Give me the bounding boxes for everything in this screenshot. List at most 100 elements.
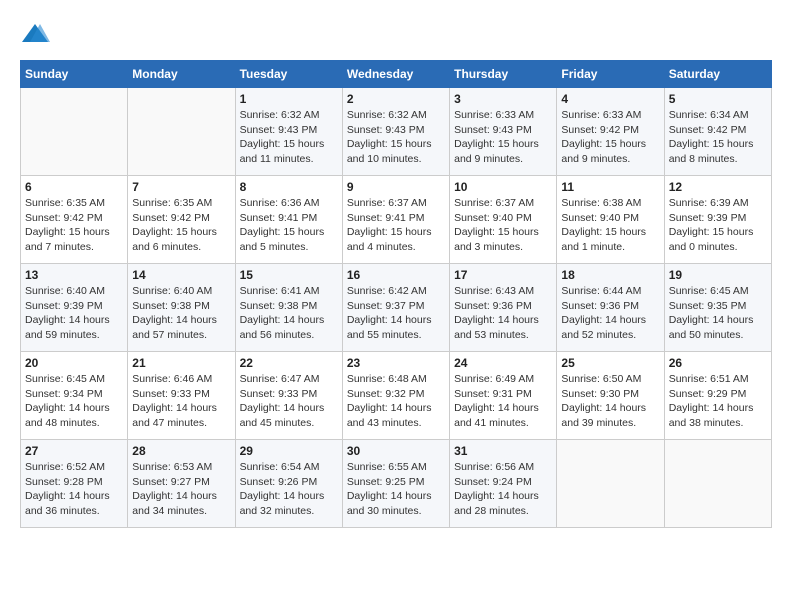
calendar-cell: 31 Sunrise: 6:56 AM Sunset: 9:24 PM Dayli… [450,440,557,528]
calendar-cell: 27 Sunrise: 6:52 AM Sunset: 9:28 PM Dayli… [21,440,128,528]
calendar-body: 1 Sunrise: 6:32 AM Sunset: 9:43 PM Daylig… [21,88,772,528]
day-info: Sunrise: 6:39 AM Sunset: 9:39 PM Dayligh… [669,196,767,255]
logo-icon [20,20,50,50]
calendar-week-1: 1 Sunrise: 6:32 AM Sunset: 9:43 PM Daylig… [21,88,772,176]
day-number: 17 [454,268,552,282]
weekday-saturday: Saturday [664,61,771,88]
calendar-cell: 10Sunrise: 6:37 AM Sunset: 9:40 PM Dayli… [450,176,557,264]
calendar-cell: 22 Sunrise: 6:47 AM Sunset: 9:33 PM Dayli… [235,352,342,440]
day-number: 2 [347,92,445,106]
day-number: 21 [132,356,230,370]
calendar-cell: 23Sunrise: 6:48 AM Sunset: 9:32 PM Dayli… [342,352,449,440]
day-info: Sunrise: 6:45 AM Sunset: 9:35 PM Dayligh… [669,284,767,343]
day-info: Sunrise: 6:41 AM Sunset: 9:38 PM Dayligh… [240,284,338,343]
calendar-cell [664,440,771,528]
day-number: 12 [669,180,767,194]
day-info: Sunrise: 6:40 AM Sunset: 9:38 PM Dayligh… [132,284,230,343]
calendar-cell: 18 Sunrise: 6:44 AM Sunset: 9:36 PM Dayli… [557,264,664,352]
weekday-friday: Friday [557,61,664,88]
day-number: 15 [240,268,338,282]
day-info: Sunrise: 6:35 AM Sunset: 9:42 PM Dayligh… [25,196,123,255]
calendar-cell: 16 Sunrise: 6:42 AM Sunset: 9:37 PM Dayli… [342,264,449,352]
day-number: 29 [240,444,338,458]
day-info: Sunrise: 6:40 AM Sunset: 9:39 PM Dayligh… [25,284,123,343]
calendar-cell: 19 Sunrise: 6:45 AM Sunset: 9:35 PM Dayli… [664,264,771,352]
day-info: Sunrise: 6:55 AM Sunset: 9:25 PM Dayligh… [347,460,445,519]
calendar-week-2: 6 Sunrise: 6:35 AM Sunset: 9:42 PM Daylig… [21,176,772,264]
calendar-week-5: 27 Sunrise: 6:52 AM Sunset: 9:28 PM Dayli… [21,440,772,528]
day-number: 24 [454,356,552,370]
day-number: 3 [454,92,552,106]
day-info: Sunrise: 6:35 AM Sunset: 9:42 PM Dayligh… [132,196,230,255]
day-info: Sunrise: 6:47 AM Sunset: 9:33 PM Dayligh… [240,372,338,431]
calendar-cell: 25Sunrise: 6:50 AM Sunset: 9:30 PM Dayli… [557,352,664,440]
calendar-cell [557,440,664,528]
day-info: Sunrise: 6:42 AM Sunset: 9:37 PM Dayligh… [347,284,445,343]
calendar-cell: 28 Sunrise: 6:53 AM Sunset: 9:27 PM Dayli… [128,440,235,528]
day-number: 4 [561,92,659,106]
day-number: 11 [561,180,659,194]
day-number: 13 [25,268,123,282]
calendar-cell [128,88,235,176]
weekday-tuesday: Tuesday [235,61,342,88]
day-info: Sunrise: 6:36 AM Sunset: 9:41 PM Dayligh… [240,196,338,255]
calendar-cell: 13 Sunrise: 6:40 AM Sunset: 9:39 PM Dayli… [21,264,128,352]
day-info: Sunrise: 6:54 AM Sunset: 9:26 PM Dayligh… [240,460,338,519]
calendar-table: SundayMondayTuesdayWednesdayThursdayFrid… [20,60,772,528]
day-number: 7 [132,180,230,194]
day-number: 22 [240,356,338,370]
day-number: 25 [561,356,659,370]
day-number: 16 [347,268,445,282]
calendar-cell: 30 Sunrise: 6:55 AM Sunset: 9:25 PM Dayli… [342,440,449,528]
day-info: Sunrise: 6:32 AM Sunset: 9:43 PM Dayligh… [347,108,445,167]
day-info: Sunrise: 6:33 AM Sunset: 9:42 PM Dayligh… [561,108,659,167]
day-info: Sunrise: 6:45 AM Sunset: 9:34 PM Dayligh… [25,372,123,431]
calendar-cell: 24Sunrise: 6:49 AM Sunset: 9:31 PM Dayli… [450,352,557,440]
day-number: 23 [347,356,445,370]
weekday-sunday: Sunday [21,61,128,88]
day-number: 9 [347,180,445,194]
calendar-cell: 12 Sunrise: 6:39 AM Sunset: 9:39 PM Dayli… [664,176,771,264]
page-header [20,20,772,50]
calendar-cell: 14 Sunrise: 6:40 AM Sunset: 9:38 PM Dayli… [128,264,235,352]
day-number: 14 [132,268,230,282]
calendar-cell: 26Sunrise: 6:51 AM Sunset: 9:29 PM Dayli… [664,352,771,440]
day-number: 30 [347,444,445,458]
day-number: 1 [240,92,338,106]
day-info: Sunrise: 6:53 AM Sunset: 9:27 PM Dayligh… [132,460,230,519]
day-info: Sunrise: 6:51 AM Sunset: 9:29 PM Dayligh… [669,372,767,431]
logo [20,20,54,50]
day-info: Sunrise: 6:56 AM Sunset: 9:24 PM Dayligh… [454,460,552,519]
day-number: 18 [561,268,659,282]
day-number: 28 [132,444,230,458]
day-info: Sunrise: 6:37 AM Sunset: 9:40 PM Dayligh… [454,196,552,255]
day-number: 19 [669,268,767,282]
day-number: 27 [25,444,123,458]
calendar-cell: 17 Sunrise: 6:43 AM Sunset: 9:36 PM Dayli… [450,264,557,352]
day-info: Sunrise: 6:46 AM Sunset: 9:33 PM Dayligh… [132,372,230,431]
day-info: Sunrise: 6:52 AM Sunset: 9:28 PM Dayligh… [25,460,123,519]
calendar-cell: 20 Sunrise: 6:45 AM Sunset: 9:34 PM Dayli… [21,352,128,440]
calendar-cell: 8Sunrise: 6:36 AM Sunset: 9:41 PM Daylig… [235,176,342,264]
calendar-cell: 21 Sunrise: 6:46 AM Sunset: 9:33 PM Dayli… [128,352,235,440]
calendar-cell: 5Sunrise: 6:34 AM Sunset: 9:42 PM Daylig… [664,88,771,176]
calendar-week-4: 20 Sunrise: 6:45 AM Sunset: 9:34 PM Dayli… [21,352,772,440]
weekday-thursday: Thursday [450,61,557,88]
calendar-cell: 9Sunrise: 6:37 AM Sunset: 9:41 PM Daylig… [342,176,449,264]
calendar-cell: 1 Sunrise: 6:32 AM Sunset: 9:43 PM Daylig… [235,88,342,176]
calendar-cell: 7 Sunrise: 6:35 AM Sunset: 9:42 PM Daylig… [128,176,235,264]
day-info: Sunrise: 6:44 AM Sunset: 9:36 PM Dayligh… [561,284,659,343]
day-info: Sunrise: 6:43 AM Sunset: 9:36 PM Dayligh… [454,284,552,343]
day-number: 31 [454,444,552,458]
day-number: 20 [25,356,123,370]
day-info: Sunrise: 6:32 AM Sunset: 9:43 PM Dayligh… [240,108,338,167]
day-number: 5 [669,92,767,106]
weekday-monday: Monday [128,61,235,88]
calendar-cell: 3Sunrise: 6:33 AM Sunset: 9:43 PM Daylig… [450,88,557,176]
calendar-cell: 2 Sunrise: 6:32 AM Sunset: 9:43 PM Daylig… [342,88,449,176]
calendar-cell: 29 Sunrise: 6:54 AM Sunset: 9:26 PM Dayli… [235,440,342,528]
calendar-week-3: 13 Sunrise: 6:40 AM Sunset: 9:39 PM Dayli… [21,264,772,352]
weekday-header-row: SundayMondayTuesdayWednesdayThursdayFrid… [21,61,772,88]
day-info: Sunrise: 6:38 AM Sunset: 9:40 PM Dayligh… [561,196,659,255]
day-number: 6 [25,180,123,194]
